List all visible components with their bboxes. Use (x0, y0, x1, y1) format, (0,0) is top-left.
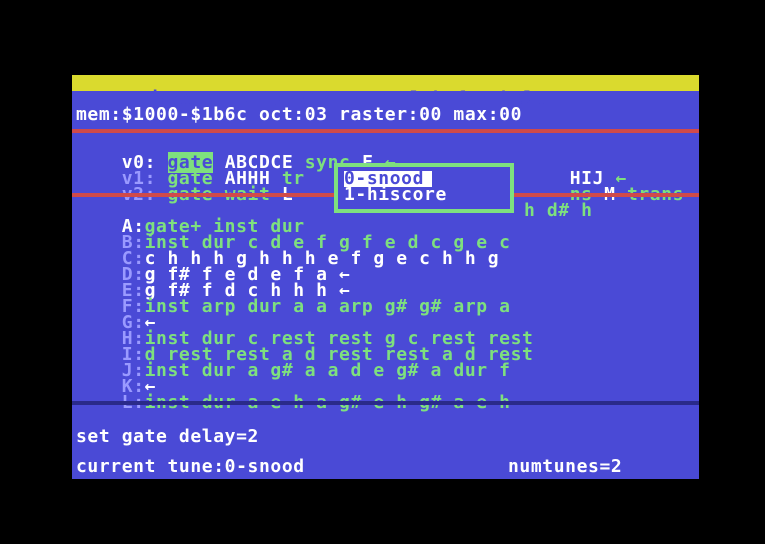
pattern-row-A-tail[interactable]: h d# h (524, 202, 593, 220)
tune-option-1[interactable]: 1-hiscore (344, 186, 447, 204)
bottom-separator (72, 401, 699, 405)
emulator-screen: iseq v1.0 1/2002 -- ctrl-h for help mem:… (72, 75, 699, 479)
tune-select-popup[interactable]: 0-snood 1-hiscore (334, 163, 514, 213)
numtunes: numtunes=2 (508, 456, 623, 477)
red-separator-top (72, 129, 699, 133)
pattern-text[interactable]: inst dur a g# a a d e g# a dur f (145, 360, 511, 381)
pattern-text[interactable]: inst arp dur a a arp g# g# arp a (145, 296, 511, 317)
current-tune: current tune:0-snood (76, 456, 305, 477)
title-bar: iseq v1.0 1/2002 -- ctrl-h for help (72, 75, 699, 108)
status-line: mem:$1000-$1b6c oct:03 raster:00 max:00 (76, 104, 523, 125)
message-line: set gate delay=2 (76, 426, 259, 447)
